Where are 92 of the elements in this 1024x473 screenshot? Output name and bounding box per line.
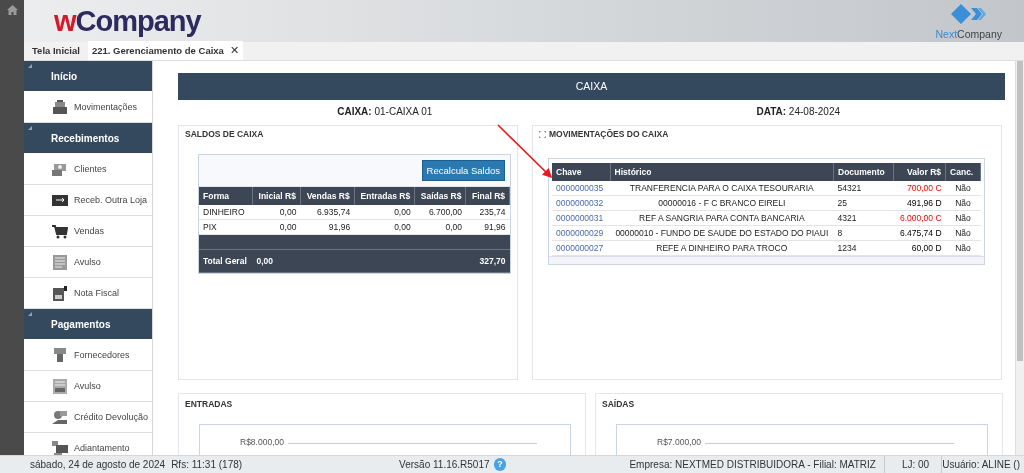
table-cell: 0,00: [252, 205, 301, 220]
table-cell: Não: [945, 210, 981, 226]
column-header: Histórico: [610, 163, 834, 181]
status-store: LJ: 00: [901, 459, 930, 470]
row-link[interactable]: 0000000029: [552, 225, 611, 241]
info-text: CAIXA: 01-CAIXA 01: [336, 105, 434, 117]
row-link[interactable]: 0000000032: [552, 195, 611, 211]
status-user: Usuário: ALINE (): [942, 459, 1020, 470]
table-cell: 4321: [833, 210, 894, 226]
panel-title: ENTRADAS: [184, 398, 234, 411]
table-cell: TRANFERENCIA PARA O CAIXA TESOURARIA: [610, 181, 834, 196]
column-header: Saídas R$: [414, 187, 466, 205]
table-cell: Não: [945, 240, 981, 256]
cash-register-icon: [52, 99, 68, 115]
table-cell: 00000010 - FUNDO DE SAUDE DO ESTADO DO PIAUI: [610, 225, 834, 241]
table-cell: 00000016 - F C BRANCO EIRELI: [610, 195, 834, 211]
column-header: Inicial R$: [252, 187, 301, 205]
axis-tick-label: R$8.000,00: [240, 438, 284, 447]
table-cell: 25: [833, 195, 894, 211]
recalculate-button[interactable]: Recalcula Saldos: [421, 160, 505, 181]
document-icon: [52, 254, 68, 270]
document-icon: [52, 378, 68, 394]
row-link[interactable]: 0000000031: [552, 210, 611, 226]
column-header: Chave: [552, 163, 611, 181]
table-cell: 6.700,00: [414, 205, 466, 220]
collapse-icon: [28, 126, 32, 130]
table-cell: Não: [945, 195, 981, 211]
table-cell: 1234: [833, 240, 894, 256]
sidebar-section-header[interactable]: Pagamentos: [24, 309, 152, 340]
sidebar-item[interactable]: Avulso: [24, 371, 152, 402]
panel-title: MOVIMENTAÇÕES DO CAIXA: [549, 129, 669, 139]
column-header: Forma: [199, 187, 253, 205]
sidebar-item[interactable]: Crédito Devolução: [24, 402, 152, 433]
table-cell: 91,96: [466, 219, 510, 235]
panel-title: SALDOS DE CAIXA: [184, 128, 265, 141]
logo-text: wCompany: [54, 6, 201, 36]
collapse-icon: [28, 312, 32, 316]
column-header: Vendas R$: [300, 187, 355, 205]
collapse-icon: [28, 64, 32, 68]
invoice-icon: [52, 285, 68, 301]
sidebar-section-header[interactable]: Recebimentos: [24, 123, 152, 154]
status-date: sábado, 24 de agosto de 2024: [30, 459, 166, 470]
table-cell: 0,00: [252, 219, 301, 235]
expand-icon: [539, 130, 546, 138]
total-cell: Total Geral: [199, 249, 253, 273]
column-header: Valor R$: [893, 163, 946, 181]
info-text: DATA: 24-08-2024: [755, 105, 842, 117]
table-cell: Não: [945, 181, 981, 196]
sidebar-item[interactable]: Receb. Outra Loja: [24, 185, 152, 216]
table-cell: 6.935,74: [300, 205, 355, 220]
status-refresh: Rfs: 11:31 (178): [171, 459, 243, 470]
home-icon: [6, 5, 18, 15]
table-cell: 700,00 C: [893, 181, 946, 196]
table-cell: 491,96 D: [893, 195, 946, 211]
table-cell: 6.000,00 C: [893, 210, 946, 226]
sidebar-item[interactable]: Clientes: [24, 154, 152, 185]
tab[interactable]: Tela Inicial: [28, 41, 84, 60]
table-cell: 60,00 D: [893, 240, 946, 256]
logo-text: NextCompany: [935, 28, 1002, 40]
status-company: Empresa: NEXTMED DISTRIBUIDORA - Filial: MATRIZ: [629, 459, 876, 470]
scrollbar[interactable]: [1015, 61, 1024, 455]
exchange-icon: [52, 192, 68, 208]
column-header: Canc.: [945, 163, 981, 181]
column-header: Final R$: [466, 187, 510, 205]
sidebar-item[interactable]: Fornecedores: [24, 340, 152, 371]
table-cell: 91,96: [300, 219, 355, 235]
row-link[interactable]: 0000000027: [552, 240, 611, 256]
sidebar-section-header[interactable]: Início: [24, 61, 152, 92]
panel-title: SAÍDAS: [601, 398, 636, 411]
table-cell: 0,00: [354, 219, 415, 235]
table-cell: REF A SANGRIA PARA CONTA BANCARIA: [610, 210, 834, 226]
table-cell: 0,00: [414, 219, 466, 235]
row-link[interactable]: 0000000035: [552, 181, 611, 196]
table-cell: 0,00: [354, 205, 415, 220]
status-version: Versão 11.16.R5017: [399, 459, 490, 470]
table-cell: DINHEIRO: [199, 205, 253, 220]
column-header: Documento: [833, 163, 894, 181]
tab[interactable]: 221. Gerenciamento de Caixa ✕: [87, 41, 243, 60]
table-cell: REFE A DINHEIRO PARA TROCO: [610, 240, 834, 256]
cart-icon: [52, 223, 68, 239]
table-cell: 235,74: [466, 205, 510, 220]
axis-tick-label: R$7.000,00: [657, 438, 701, 447]
column-header: Entradas R$: [354, 187, 415, 205]
table-cell: 8: [833, 225, 894, 241]
table-cell: 6.475,74 D: [893, 225, 946, 241]
table-cell: 54321: [833, 181, 894, 196]
table-cell: Não: [945, 225, 981, 241]
sidebar-item[interactable]: Avulso: [24, 247, 152, 278]
sidebar-item[interactable]: Vendas: [24, 216, 152, 247]
close-icon[interactable]: ✕: [229, 44, 239, 57]
table-cell: PIX: [199, 219, 253, 235]
page-title-banner: CAIXA: [178, 73, 1005, 100]
